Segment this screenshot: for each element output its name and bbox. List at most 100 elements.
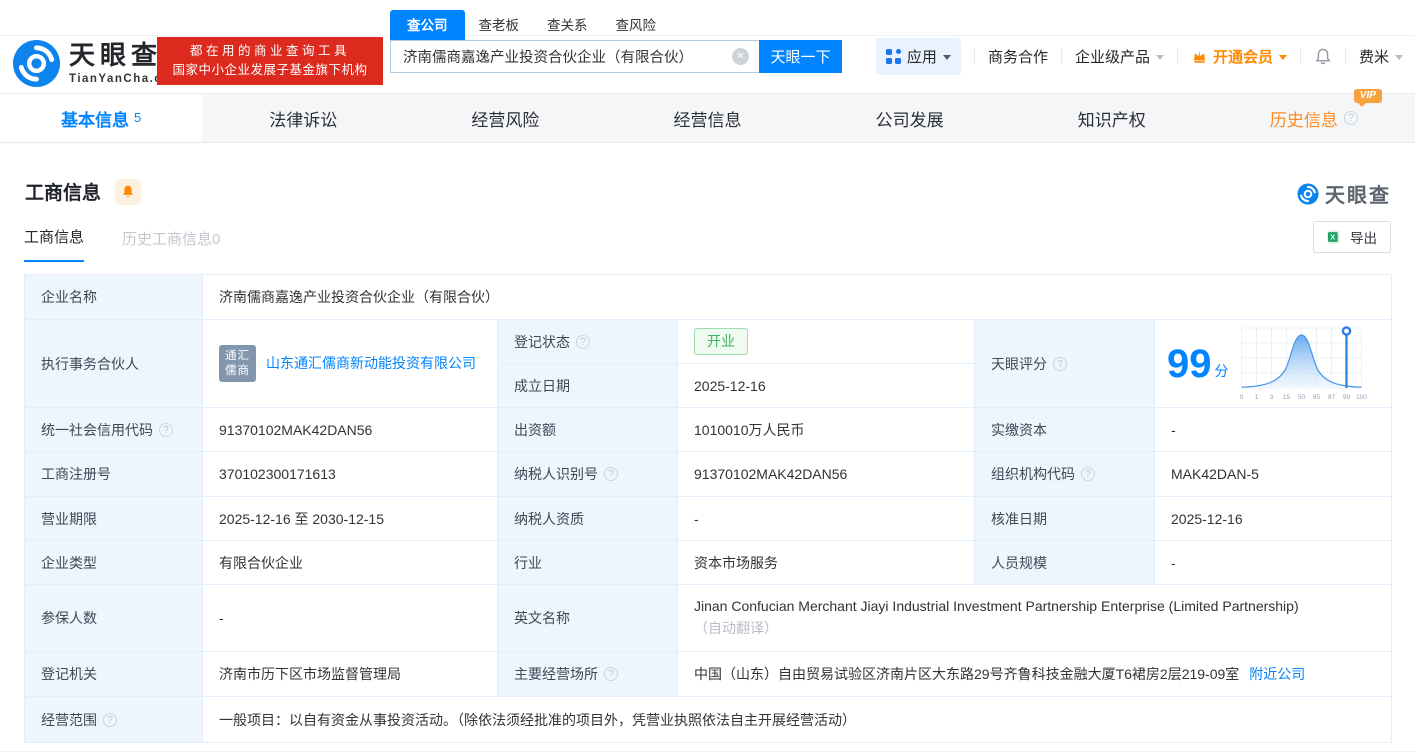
main-content: 工商信息 天眼查 工商信息 历史工商信息0 X 导出 企业名称 济南儒商嘉逸产业… bbox=[0, 143, 1415, 743]
subtab-history-business-info[interactable]: 历史工商信息0 bbox=[122, 228, 220, 262]
score-value: 99 bbox=[1167, 341, 1212, 386]
vip-badge: VIP bbox=[1353, 88, 1382, 107]
capital-value: 1010010万人民币 bbox=[678, 408, 975, 452]
help-icon[interactable] bbox=[103, 712, 117, 727]
approval-date-label: 核准日期 bbox=[975, 497, 1155, 541]
help-icon[interactable] bbox=[1343, 111, 1358, 125]
svg-text:1: 1 bbox=[1254, 394, 1258, 401]
taxpayer-quality-label: 纳税人资质 bbox=[498, 497, 678, 541]
status-badge: 开业 bbox=[694, 328, 748, 355]
svg-text:50: 50 bbox=[1297, 394, 1305, 401]
menu-business-cooperation[interactable]: 商务合作 bbox=[988, 46, 1048, 67]
help-icon[interactable] bbox=[576, 334, 590, 349]
svg-text:99: 99 bbox=[1342, 394, 1350, 401]
info-table: 企业名称 济南儒商嘉逸产业投资合伙企业（有限合伙） 执行事务合伙人 通汇 儒商 … bbox=[24, 274, 1392, 743]
apps-grid-icon bbox=[885, 48, 901, 64]
approval-date-value: 2025-12-16 bbox=[1155, 497, 1391, 541]
subtab-business-info[interactable]: 工商信息 bbox=[24, 226, 85, 262]
section-divider bbox=[0, 751, 1415, 752]
taxpayer-id-value: 91370102MAK42DAN56 bbox=[678, 452, 975, 497]
taxpayer-id-label: 纳税人识别号 bbox=[498, 452, 678, 497]
credit-code-value: 91370102MAK42DAN56 bbox=[203, 408, 498, 452]
divider bbox=[973, 49, 975, 63]
vip-label: 开通会员 bbox=[1212, 48, 1273, 66]
company-type-value: 有限合伙企业 bbox=[203, 541, 498, 585]
svg-text:97: 97 bbox=[1327, 394, 1335, 401]
crown-icon bbox=[1193, 50, 1205, 63]
taxpayer-quality-value: - bbox=[678, 497, 975, 541]
svg-text:X: X bbox=[1330, 233, 1335, 242]
page: 天眼查 TianYanCha.com 都在用的商业查询工具 国家中小企业发展子基… bbox=[0, 0, 1415, 755]
staff-size-value: - bbox=[1155, 541, 1391, 585]
help-icon[interactable] bbox=[604, 667, 618, 681]
vip-button[interactable]: 开通会员 bbox=[1191, 46, 1287, 67]
apps-button[interactable]: 应用 bbox=[875, 37, 961, 75]
staff-size-label: 人员规模 bbox=[975, 541, 1155, 585]
nav-tab-intellectual-property[interactable]: 知识产权 bbox=[1011, 94, 1213, 142]
insured-count-label: 参保人数 bbox=[25, 585, 203, 652]
divider bbox=[1299, 49, 1301, 63]
nav-tab-legal[interactable]: 法律诉讼 bbox=[202, 94, 404, 142]
search-button[interactable]: 天眼一下 bbox=[759, 40, 842, 73]
reg-authority-label: 登记机关 bbox=[25, 652, 203, 697]
industry-value: 资本市场服务 bbox=[678, 541, 975, 585]
chevron-down-icon bbox=[942, 54, 951, 60]
help-icon[interactable] bbox=[159, 422, 173, 437]
bell-icon bbox=[123, 185, 133, 197]
divider bbox=[1344, 49, 1346, 63]
apps-label: 应用 bbox=[906, 48, 937, 66]
divider bbox=[1060, 49, 1062, 63]
business-scope-label: 经营范围 bbox=[25, 697, 203, 742]
chevron-down-icon bbox=[1155, 54, 1164, 60]
promo-banner: 都在用的商业查询工具 国家中小企业发展子基金旗下机构 bbox=[157, 37, 383, 85]
chevron-down-icon bbox=[1278, 54, 1287, 60]
business-scope-value: 一般项目：以自有资金从事投资活动。（除依法须经批准的项目外，凭营业执照依法自主开… bbox=[219, 711, 856, 728]
company-name-value: 济南儒商嘉逸产业投资合伙企业（有限合伙） bbox=[203, 275, 1391, 320]
nav-tab-operation-risk[interactable]: 经营风险 bbox=[404, 94, 606, 142]
org-code-value: MAK42DAN-5 bbox=[1155, 452, 1391, 497]
menu-enterprise-products[interactable]: 企业级产品 bbox=[1075, 46, 1164, 67]
search-input[interactable] bbox=[390, 40, 759, 73]
paid-capital-value: - bbox=[1155, 408, 1391, 452]
search-tab-relation[interactable]: 查关系 bbox=[533, 14, 602, 40]
monitor-bell-button[interactable] bbox=[115, 178, 142, 205]
chevron-down-icon bbox=[1395, 54, 1403, 60]
business-term-value: 2025-12-16 至 2030-12-15 bbox=[203, 497, 498, 541]
partner-company-link[interactable]: 山东通汇儒商新动能投资有限公司 bbox=[266, 353, 478, 375]
nav-tab-basic-info[interactable]: 基本信息 5 bbox=[0, 94, 203, 142]
executive-partner-value: 通汇 儒商 山东通汇儒商新动能投资有限公司 bbox=[203, 320, 498, 408]
insured-count-value: - bbox=[203, 585, 498, 652]
reg-status-label: 登记状态 bbox=[498, 320, 678, 364]
promo-line2: 国家中小企业发展子基金旗下机构 bbox=[172, 63, 368, 77]
reg-status-value: 开业 bbox=[678, 320, 975, 364]
help-icon[interactable] bbox=[1053, 356, 1067, 371]
watermark-text: 天眼查 bbox=[1325, 185, 1391, 207]
clear-icon[interactable]: ✕ bbox=[732, 48, 749, 65]
promo-line1: 都在用的商业查询工具 bbox=[189, 44, 350, 58]
nearby-companies-link[interactable]: 附近公司 bbox=[1249, 664, 1305, 684]
nav-tab-history-info[interactable]: 历史信息 VIP bbox=[1213, 88, 1415, 142]
score-distribution-chart: 0 1 3 15 50 85 97 99 100 bbox=[1239, 325, 1367, 401]
nav-tab-company-development[interactable]: 公司发展 bbox=[809, 94, 1011, 142]
notification-button[interactable] bbox=[1314, 47, 1332, 66]
help-icon[interactable] bbox=[1081, 467, 1095, 481]
reg-number-label: 工商注册号 bbox=[25, 452, 203, 497]
english-name-value: Jinan Confucian Merchant Jiayi Industria… bbox=[678, 585, 1391, 652]
svg-text:15: 15 bbox=[1282, 394, 1290, 401]
search-tab-boss[interactable]: 查老板 bbox=[465, 14, 534, 40]
user-menu[interactable]: 费米 bbox=[1359, 46, 1403, 67]
help-icon[interactable] bbox=[604, 467, 618, 481]
business-address-value: 中国（山东）自由贸易试验区济南片区大东路29号齐鲁科技金融大厦T6裙房2层219… bbox=[678, 652, 1391, 697]
search-tab-risk[interactable]: 查风险 bbox=[602, 14, 671, 40]
export-button[interactable]: X 导出 bbox=[1313, 221, 1391, 253]
executive-partner-label: 执行事务合伙人 bbox=[25, 320, 203, 408]
user-name: 费米 bbox=[1358, 48, 1389, 66]
section-title: 工商信息 bbox=[25, 183, 102, 204]
business-term-label: 营业期限 bbox=[25, 497, 203, 541]
divider bbox=[1176, 49, 1178, 63]
reg-number-value: 370102300171613 bbox=[203, 452, 498, 497]
search-tab-company[interactable]: 查公司 bbox=[390, 10, 465, 40]
paid-capital-label: 实缴资本 bbox=[975, 408, 1155, 452]
svg-text:100: 100 bbox=[1356, 394, 1367, 401]
nav-tab-operation-info[interactable]: 经营信息 bbox=[606, 94, 808, 142]
